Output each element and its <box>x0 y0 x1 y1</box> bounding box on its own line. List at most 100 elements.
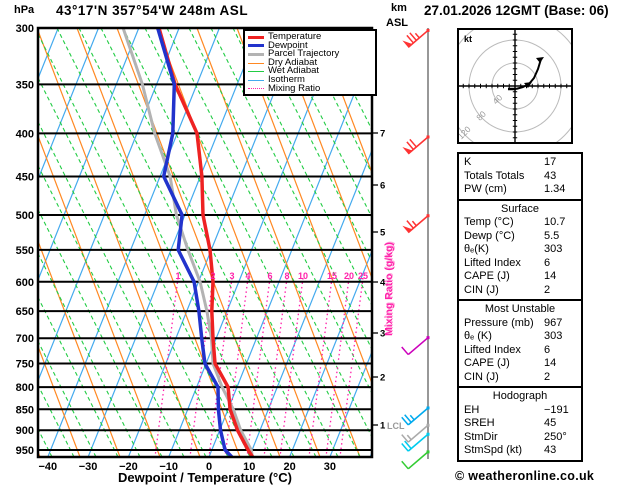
indices-section: K 17 Totals Totals 43 PW (cm) 1.34 <box>457 152 583 201</box>
indices-section-header: Most Unstable <box>484 303 556 315</box>
indices-row-label: CAPE (J) <box>464 270 510 282</box>
svg-text:450: 450 <box>16 171 34 183</box>
svg-text:6: 6 <box>380 181 385 192</box>
indices-row-value: 967 <box>544 316 563 329</box>
indices-row: K 17 <box>459 156 581 170</box>
indices-section: Most Unstable Pressure (mb) 967 θₑ (K) 303 Li… <box>457 299 583 388</box>
indices-row: PW (cm) 1.34 <box>459 183 581 197</box>
indices-row-value: 1.34 <box>544 183 566 195</box>
legend-item: Mixing Ratio <box>248 84 372 94</box>
svg-text:20: 20 <box>344 271 354 281</box>
indices-row-label: PW (cm) <box>464 183 507 195</box>
indices-row: CIN (J) 2 <box>459 371 581 385</box>
svg-text:1: 1 <box>380 421 386 432</box>
page-title: 43°17'N 357°54'W 248m ASL <box>56 3 249 18</box>
indices-row: Totals Totals 43 <box>459 170 581 184</box>
svg-text:950: 950 <box>16 445 34 457</box>
hodograph: kt4080120 <box>457 28 573 144</box>
indices-section: Surface Temp (°C) 10.7 Dewp (°C) 5.5 θₑ(K) 303… <box>457 198 583 301</box>
indices-row-label: StmSpd (kt) <box>464 444 523 456</box>
hodograph-arrowhead <box>536 57 544 63</box>
indices-row-value: 43 <box>544 169 557 182</box>
km-axis-label: km <box>391 2 407 14</box>
wind-barb <box>401 450 430 470</box>
legend: Temperature Dewpoint Parcel Trajectory Dry … <box>243 29 377 97</box>
wind-barb <box>401 406 430 426</box>
indices-row: CIN (J) 2 <box>459 284 581 298</box>
indices-row-value: 45 <box>544 417 557 429</box>
indices-row-value: 43 <box>544 444 557 456</box>
indices-section: Hodograph EH −191 SREH 45 StmDir 250° StmSpd (k… <box>457 386 583 462</box>
indices-row-value: 5.5 <box>544 229 560 242</box>
svg-text:15: 15 <box>327 271 337 281</box>
svg-text:8: 8 <box>284 271 289 281</box>
indices-row-label: Pressure (mb) <box>464 316 534 329</box>
svg-text:30: 30 <box>324 461 336 473</box>
svg-text:4: 4 <box>245 271 250 281</box>
lcl-label: LCL <box>387 421 405 431</box>
svg-text:1: 1 <box>175 271 180 281</box>
pressure-tick-labels: 300 350 400 450 500 550 600 650 700 750 800 850 900 9… <box>16 23 34 457</box>
mixing-ratio-labels: 1 2 3 4 6 8 10 15 20 25 <box>175 271 368 281</box>
wind-barb <box>402 135 430 155</box>
indices-row-label: Dewp (°C) <box>464 229 515 242</box>
svg-text:7: 7 <box>380 129 385 140</box>
svg-text:650: 650 <box>16 306 34 318</box>
indices-row: θₑ (K) 303 <box>459 330 581 344</box>
svg-text:3: 3 <box>229 271 234 281</box>
svg-text:6: 6 <box>267 271 272 281</box>
svg-text:600: 600 <box>16 277 34 289</box>
hodograph-ring-label: 120 <box>457 124 473 141</box>
svg-text:900: 900 <box>16 425 34 437</box>
indices-row-value: 6 <box>544 256 551 269</box>
indices-row-value: 303 <box>544 243 563 255</box>
indices-row-label: EH <box>464 403 480 416</box>
indices-row-label: Totals Totals <box>464 169 525 182</box>
legend-line-sample <box>248 71 264 73</box>
indices-row-label: Lifted Index <box>464 343 521 356</box>
legend-line-sample <box>248 52 264 56</box>
svg-text:500: 500 <box>16 210 34 222</box>
svg-text:2: 2 <box>380 373 385 384</box>
x-axis-title: Dewpoint / Temperature (°C) <box>118 470 292 485</box>
indices-row-label: CAPE (J) <box>464 357 510 369</box>
indices-row: Lifted Index 6 <box>459 257 581 271</box>
legend-item: Wet Adiabat <box>248 66 372 76</box>
indices-row: StmSpd (kt) 43 <box>459 444 581 458</box>
indices-row: StmDir 250° <box>459 431 581 445</box>
svg-text:800: 800 <box>16 382 34 394</box>
sounding-page: 1 2 3 4 6 8 10 15 20 25 300 350 400 450 500 550 600 650 70… <box>0 0 629 486</box>
indices-row-value: 303 <box>544 330 563 342</box>
indices-row: Dewp (°C) 5.5 <box>459 230 581 244</box>
wind-barb <box>402 28 430 48</box>
indices-row-label: CIN (J) <box>464 370 499 383</box>
indices-row: θₑ(K) 303 <box>459 243 581 257</box>
indices-row-value: 10.7 <box>544 216 566 228</box>
svg-text:700: 700 <box>16 333 34 345</box>
indices-row-value: 2 <box>544 283 551 296</box>
svg-text:400: 400 <box>16 128 34 140</box>
hodograph-ring-label: 40 <box>490 92 504 106</box>
pressure-unit-label: hPa <box>14 4 35 16</box>
wind-barb <box>402 214 430 234</box>
indices-row: CAPE (J) 14 <box>459 270 581 284</box>
indices-row-value: −191 <box>544 403 569 416</box>
svg-text:2: 2 <box>210 271 215 281</box>
datetime-label: 27.01.2026 12GMT (Base: 06) <box>424 3 609 18</box>
wind-barbs <box>401 28 430 470</box>
indices-row-label: Lifted Index <box>464 256 521 269</box>
hodograph-unit-label: kt <box>464 34 472 44</box>
mixing-ratio-axis-label: Mixing Ratio (g/kg) <box>383 242 395 336</box>
indices-row-label: θₑ(K) <box>464 243 489 255</box>
legend-line-sample <box>248 35 264 39</box>
indices-row: Lifted Index 6 <box>459 344 581 358</box>
legend-item: Temperature <box>248 32 372 42</box>
svg-text:25: 25 <box>358 271 368 281</box>
indices-row-value: 2 <box>544 370 551 383</box>
indices-row: CAPE (J) 14 <box>459 357 581 371</box>
indices-table: K 17 Totals Totals 43 PW (cm) 1.34 Surface Temp… <box>457 152 583 462</box>
indices-row-label: θₑ (K) <box>464 330 492 342</box>
indices-row-label: K <box>464 156 472 168</box>
indices-row-label: StmDir <box>464 430 498 443</box>
indices-section-header: Surface <box>501 202 539 215</box>
